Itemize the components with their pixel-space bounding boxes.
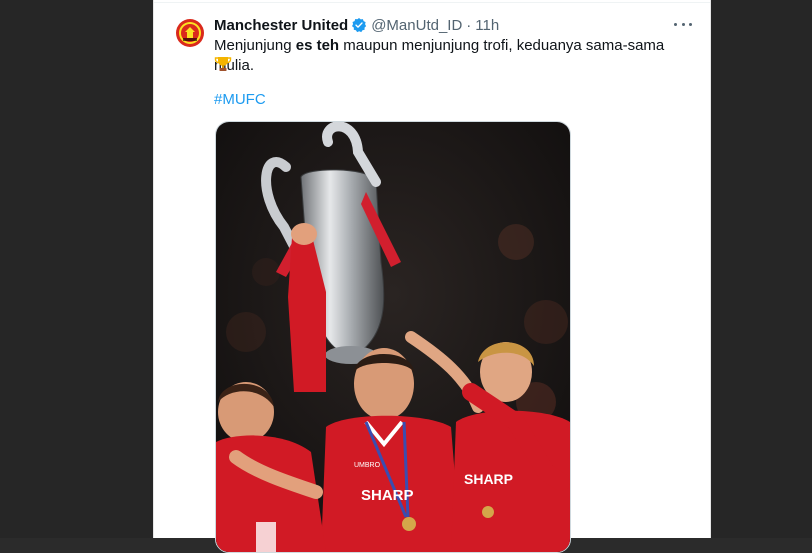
avatar[interactable]: [174, 17, 206, 49]
tweet-media-photo[interactable]: SHARP UMBRO SHARP: [215, 121, 571, 553]
tweet-text-part-1: Menjunjung: [214, 37, 296, 54]
tweet-header: Manchester United @ManUtd_ID · 11h: [214, 15, 696, 35]
shirt-sponsor-text-2: SHARP: [464, 471, 513, 487]
tweet-text: Menjunjung es teh maupun menjunjung trof…: [214, 36, 690, 76]
background-right: [709, 0, 812, 538]
divider: [154, 2, 710, 3]
hashtag-link[interactable]: #MUFC: [214, 91, 266, 108]
trophy-emoji-icon: [214, 55, 232, 73]
tweet-timestamp[interactable]: 11h: [475, 17, 499, 34]
more-options-icon[interactable]: [674, 14, 692, 34]
author-handle[interactable]: @ManUtd_ID: [371, 17, 462, 34]
separator-dot: ·: [466, 16, 472, 34]
shirt-sponsor-text: SHARP: [361, 487, 414, 504]
trophy-celebration-photo: SHARP UMBRO SHARP: [216, 122, 570, 552]
verified-badge-icon: [351, 17, 367, 33]
tweet-card[interactable]: Manchester United @ManUtd_ID · 11h Menju…: [153, 0, 711, 553]
manchester-united-crest-icon: [176, 19, 204, 47]
author-name[interactable]: Manchester United: [214, 17, 348, 34]
shirt-brand-text: UMBRO: [354, 462, 381, 469]
background-left: [0, 0, 153, 538]
tweet-text-bold: es teh: [295, 37, 340, 54]
